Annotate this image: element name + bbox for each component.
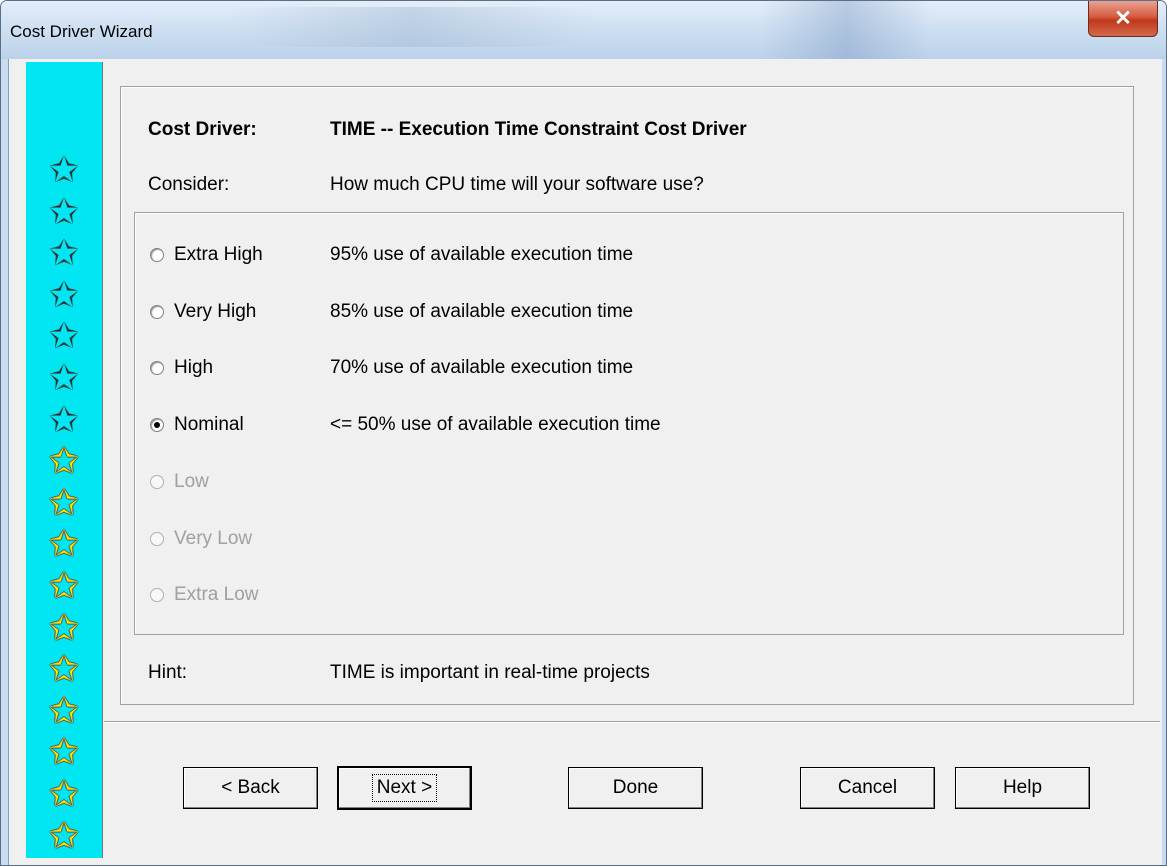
help-button[interactable]: Help — [955, 767, 1090, 809]
radio-low: Low — [150, 470, 209, 494]
radio-circle-icon — [150, 418, 164, 433]
cost-driver-label: Cost Driver: — [148, 119, 257, 140]
filled-star-icon: ✩ — [48, 689, 80, 731]
option-description: 95% use of available execution time — [330, 244, 634, 265]
radio-very-high[interactable]: Very High — [150, 300, 256, 324]
empty-star-icon: ✩ — [48, 190, 80, 232]
radio-circle-icon — [150, 361, 164, 376]
next-button[interactable]: Next > — [337, 766, 472, 810]
cost-driver-value: TIME -- Execution Time Constraint Cost D… — [330, 119, 747, 140]
hint-value: TIME is important in real-time projects — [330, 662, 650, 683]
consider-value: How much CPU time will your software use… — [330, 174, 704, 195]
radio-circle-icon — [150, 588, 164, 603]
radio-circle-icon — [150, 248, 164, 262]
filled-star-icon: ✩ — [48, 565, 80, 606]
back-button[interactable]: < Back — [183, 767, 318, 809]
empty-star-icon: ✩ — [48, 232, 80, 274]
filled-star-icon: ✩ — [48, 440, 80, 482]
empty-star-icon: ✩ — [48, 315, 80, 357]
cancel-button-label: Cancel — [837, 777, 898, 798]
back-button-label: < Back — [221, 777, 280, 798]
radio-extra-high[interactable]: Extra High — [150, 243, 263, 267]
done-button-label: Done — [612, 777, 659, 798]
radio-label: Extra Low — [174, 584, 259, 606]
title-bar[interactable]: Cost Driver Wizard ✕ — [1, 1, 1166, 59]
next-button-label: Next > — [371, 774, 438, 802]
window-title: Cost Driver Wizard — [10, 22, 153, 41]
radio-label: Nominal — [174, 414, 244, 436]
filled-star-icon: ✩ — [48, 773, 80, 814]
close-icon: ✕ — [1114, 7, 1132, 30]
empty-star-icon: ✩ — [48, 273, 80, 315]
option-description: <= 50% use of available execution time — [330, 414, 661, 436]
button-separator — [104, 721, 1160, 723]
radio-circle-icon — [150, 304, 164, 319]
filled-star-icon: ✩ — [48, 481, 80, 523]
radio-high[interactable]: High — [150, 356, 213, 380]
empty-star-icon: ✩ — [48, 357, 80, 398]
filled-star-icon: ✩ — [48, 648, 80, 690]
radio-very-low: Very Low — [150, 527, 252, 551]
radio-circle-icon — [150, 474, 164, 489]
filled-star-icon: ✩ — [48, 523, 80, 565]
radio-label: Very Low — [174, 527, 253, 549]
radio-label: Low — [174, 470, 209, 492]
cancel-button[interactable]: Cancel — [800, 767, 935, 809]
consider-label: Consider: — [148, 174, 230, 195]
radio-extra-low: Extra Low — [150, 583, 258, 607]
radio-label: High — [174, 357, 214, 379]
filled-star-icon: ✩ — [48, 731, 80, 773]
radio-label: Extra High — [174, 244, 263, 265]
empty-star-icon: ✩ — [48, 398, 80, 440]
radio-circle-icon — [150, 531, 164, 546]
close-button[interactable]: ✕ — [1088, 1, 1158, 37]
option-description: 70% use of available execution time — [330, 357, 634, 379]
radio-label: Very High — [174, 300, 257, 322]
filled-star-icon: ✩ — [48, 606, 80, 648]
empty-star-icon: ✩ — [48, 149, 80, 190]
done-button[interactable]: Done — [568, 767, 703, 809]
radio-nominal[interactable]: Nominal — [150, 413, 244, 437]
option-description: 85% use of available execution time — [330, 300, 634, 322]
hint-label: Hint: — [148, 662, 188, 683]
progress-stars-strip: ✩ ✩ ✩ ✩ ✩ ✩ ✩ ✩ ✩ ✩ ✩ ✩ ✩ ✩ ✩ ✩ ✩ — [26, 62, 103, 858]
help-button-label: Help — [1002, 777, 1043, 798]
filled-star-icon: ✩ — [48, 814, 80, 856]
